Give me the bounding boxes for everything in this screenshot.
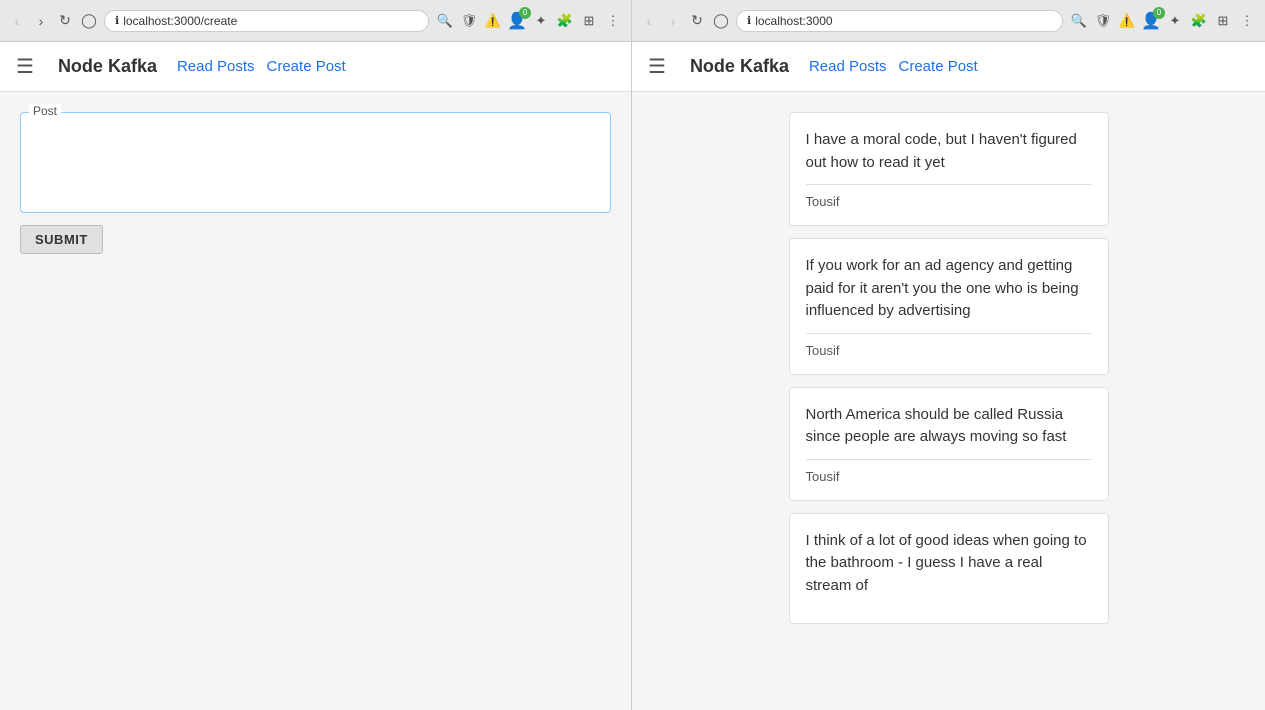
left-address-bar[interactable]: ℹ localhost:3000/create (104, 10, 429, 32)
left-app-content: ☰ Node Kafka Read Posts Create Post Post… (0, 42, 631, 710)
post-card-text: I have a moral code, but I haven't figur… (806, 129, 1092, 174)
left-lock-icon: ℹ (115, 14, 119, 27)
right-nav-read-posts[interactable]: Read Posts (809, 58, 887, 75)
right-url: localhost:3000 (755, 14, 832, 28)
left-brand: Node Kafka (58, 56, 157, 77)
right-app-content: ☰ Node Kafka Read Posts Create Post I ha… (632, 42, 1265, 710)
post-form: Post SUBMIT (20, 112, 611, 254)
post-card-author: Tousif (806, 194, 840, 209)
post-card-text: North America should be called Russia si… (806, 404, 1092, 449)
post-card-divider (806, 459, 1092, 460)
right-toolbar-icons: 🔍 🛡 ⚠️ 👤 ✦ 🧩 ⊞ ⋮ (1069, 11, 1257, 31)
left-extension-icon[interactable]: ⊞ (579, 11, 599, 31)
left-browser: ‹ › ↻ ◯ ℹ localhost:3000/create 🔍 🛡 ⚠️ 👤… (0, 0, 632, 710)
right-navbar-links: Read Posts Create Post (809, 58, 978, 75)
post-textarea[interactable] (29, 121, 602, 201)
post-card-divider (806, 333, 1092, 334)
left-navbar-links: Read Posts Create Post (177, 58, 346, 75)
right-profile-icon[interactable]: 👤 (1141, 11, 1161, 31)
left-puzzle-icon[interactable]: 🧩 (555, 11, 575, 31)
left-shield-icon[interactable]: 🛡 (459, 11, 479, 31)
right-address-bar[interactable]: ℹ localhost:3000 (736, 10, 1063, 32)
right-browser-chrome: ‹ › ↻ ◯ ℹ localhost:3000 🔍 🛡 ⚠️ 👤 ✦ 🧩 ⊞ … (632, 0, 1265, 42)
right-bookmark-button[interactable]: ◯ (712, 12, 730, 30)
left-menu-icon[interactable]: ⋮ (603, 11, 623, 31)
dual-browser-layout: ‹ › ↻ ◯ ℹ localhost:3000/create 🔍 🛡 ⚠️ 👤… (0, 0, 1265, 710)
right-shield-icon[interactable]: 🛡 (1093, 11, 1113, 31)
post-card-divider (806, 184, 1092, 185)
right-navbar: ☰ Node Kafka Read Posts Create Post (632, 42, 1265, 92)
right-nav-create-post[interactable]: Create Post (899, 58, 978, 75)
left-reload-button[interactable]: ↻ (56, 12, 74, 30)
right-lock-icon: ℹ (747, 14, 751, 27)
post-card-author: Tousif (806, 343, 840, 358)
post-legend: Post (29, 104, 61, 118)
right-back-button[interactable]: ‹ (640, 12, 658, 30)
left-profile-icon[interactable]: 👤 (507, 11, 527, 31)
right-alert-icon[interactable]: ⚠️ (1117, 11, 1137, 31)
left-hamburger-icon[interactable]: ☰ (16, 54, 34, 79)
post-card-text: If you work for an ad agency and getting… (806, 255, 1092, 323)
post-card: If you work for an ad agency and getting… (789, 238, 1109, 375)
post-card: I have a moral code, but I haven't figur… (789, 112, 1109, 226)
right-search-icon[interactable]: 🔍 (1069, 11, 1089, 31)
right-extension-icon[interactable]: ⊞ (1213, 11, 1233, 31)
post-card: North America should be called Russia si… (789, 387, 1109, 501)
posts-list: I have a moral code, but I haven't figur… (789, 112, 1109, 624)
submit-button[interactable]: SUBMIT (20, 225, 103, 254)
post-card: I think of a lot of good ideas when goin… (789, 513, 1109, 625)
left-nav-read-posts[interactable]: Read Posts (177, 58, 255, 75)
right-reload-button[interactable]: ↻ (688, 12, 706, 30)
right-brand: Node Kafka (690, 56, 789, 77)
left-browser-chrome: ‹ › ↻ ◯ ℹ localhost:3000/create 🔍 🛡 ⚠️ 👤… (0, 0, 631, 42)
left-url: localhost:3000/create (123, 14, 237, 28)
left-bookmark-button[interactable]: ◯ (80, 12, 98, 30)
left-search-icon[interactable]: 🔍 (435, 11, 455, 31)
left-nav-create-post[interactable]: Create Post (267, 58, 346, 75)
right-forward-button[interactable]: › (664, 12, 682, 30)
create-post-page: Post SUBMIT (0, 92, 631, 710)
right-puzzle-icon[interactable]: 🧩 (1189, 11, 1209, 31)
left-forward-button[interactable]: › (32, 12, 50, 30)
left-back-button[interactable]: ‹ (8, 12, 26, 30)
post-card-author: Tousif (806, 469, 840, 484)
read-posts-page: I have a moral code, but I haven't figur… (632, 92, 1265, 710)
right-browser: ‹ › ↻ ◯ ℹ localhost:3000 🔍 🛡 ⚠️ 👤 ✦ 🧩 ⊞ … (632, 0, 1265, 710)
post-fieldset: Post (20, 112, 611, 213)
post-card-text: I think of a lot of good ideas when goin… (806, 530, 1092, 598)
left-sparkle-icon[interactable]: ✦ (531, 11, 551, 31)
left-alert-icon[interactable]: ⚠️ (483, 11, 503, 31)
right-menu-icon[interactable]: ⋮ (1237, 11, 1257, 31)
right-sparkle-icon[interactable]: ✦ (1165, 11, 1185, 31)
left-navbar: ☰ Node Kafka Read Posts Create Post (0, 42, 631, 92)
left-toolbar-icons: 🔍 🛡 ⚠️ 👤 ✦ 🧩 ⊞ ⋮ (435, 11, 623, 31)
right-hamburger-icon[interactable]: ☰ (648, 54, 666, 79)
